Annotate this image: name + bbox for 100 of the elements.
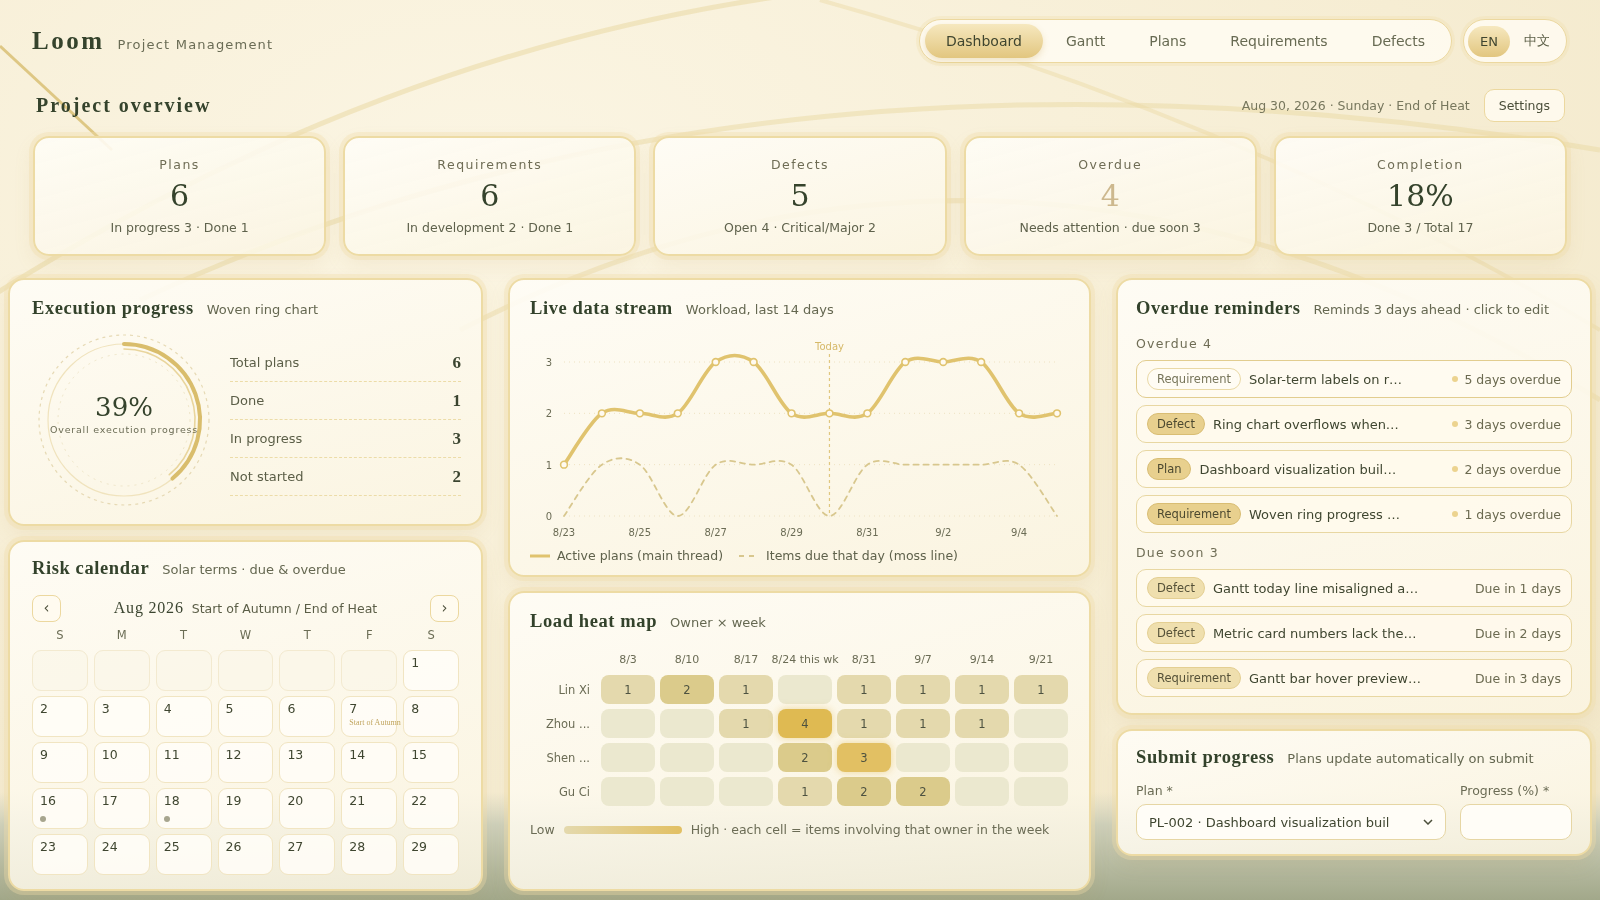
heat-cell: [778, 675, 832, 704]
progress-input[interactable]: [1460, 804, 1572, 840]
stat-value: 3: [452, 428, 461, 449]
day-number: 29: [411, 839, 428, 855]
calendar-day-cell[interactable]: 15: [403, 742, 459, 783]
plan-select[interactable]: PL-002 · Dashboard visualization buil: [1136, 804, 1446, 840]
calendar-day-cell[interactable]: 1: [403, 650, 459, 691]
calendar-day-cell[interactable]: 3: [93, 696, 150, 737]
brand-name: Loom: [32, 27, 105, 55]
blank-day-cell: [32, 650, 88, 691]
week-label: 8/3: [619, 653, 637, 668]
heat-cell: 1: [719, 675, 773, 704]
calendar-day-cell[interactable]: 14: [341, 742, 398, 783]
day-number: 27: [287, 839, 304, 855]
data-point: [1052, 409, 1062, 418]
language-option[interactable]: EN: [1468, 25, 1510, 57]
heat-cell: [601, 709, 655, 738]
calendar-day-cell[interactable]: 8: [403, 696, 459, 737]
day-number: 23: [40, 839, 56, 855]
data-point: [901, 357, 910, 367]
day-number: 16: [40, 793, 56, 809]
calendar-day-cell[interactable]: 22: [403, 788, 459, 829]
reminder-title: Solar-term labels on r…: [1248, 371, 1402, 387]
field-label: Plan *: [1136, 783, 1174, 798]
prev-month-button[interactable]: ‹: [32, 594, 61, 622]
day-number: 25: [163, 839, 180, 855]
reminder-item[interactable]: Plan Dashboard visualization buil… 2 days overdue: [1136, 450, 1572, 488]
reminder-title: Gantt today line misaligned a…: [1212, 580, 1419, 596]
card-subtitle: Owner × week: [670, 615, 766, 630]
calendar-day-cell[interactable]: 27: [279, 834, 336, 875]
heat-cell: 1: [778, 777, 832, 806]
type-tag: Requirement: [1147, 503, 1241, 525]
reminder-item[interactable]: Defect Ring chart overflows when… 3 days overdue: [1136, 405, 1572, 443]
reminder-item[interactable]: Requirement Solar-term labels on r… 5 days overdue: [1136, 360, 1572, 398]
calendar-day-cell[interactable]: 25: [155, 834, 212, 875]
calendar-day-cell[interactable]: 17: [93, 788, 150, 829]
nav-tab[interactable]: Requirements: [1209, 24, 1349, 58]
status-dot-icon: [1452, 376, 1459, 382]
stat-label: Not started: [230, 469, 304, 484]
day-number: 6: [287, 701, 296, 717]
calendar-day-cell[interactable]: 12: [217, 742, 274, 783]
solar-term-label: Start of Autumn: [349, 717, 401, 728]
calendar-day-cell[interactable]: 4: [155, 696, 212, 737]
calendar-day-cell[interactable]: 2: [32, 696, 88, 737]
day-number: 11: [163, 747, 180, 763]
calendar-day-cell[interactable]: 11: [155, 742, 212, 783]
day-number: 17: [101, 793, 118, 809]
calendar-day-cell[interactable]: 16: [32, 788, 88, 829]
calendar-day-cell[interactable]: 21: [341, 788, 398, 829]
x-tick-label: 8/25: [628, 527, 652, 538]
calendar-day-cell[interactable]: 23: [32, 834, 88, 875]
calendar-terms: Start of Autumn / End of Heat: [191, 601, 378, 616]
reminder-status: Due in 1 days: [1475, 580, 1561, 596]
calendar-day-cell[interactable]: 29: [403, 834, 459, 875]
x-tick-label: 9/2: [935, 527, 952, 538]
legend-label: Active plans (main thread): [557, 548, 724, 563]
calendar-day-cell[interactable]: 13: [279, 742, 336, 783]
reminder-title: Woven ring progress …: [1248, 506, 1400, 522]
settings-button[interactable]: Settings: [1483, 88, 1565, 122]
heat-cell: [660, 777, 714, 806]
calendar-day-cell[interactable]: 6: [279, 696, 336, 737]
reminder-item[interactable]: Requirement Gantt bar hover preview… Due in 3 days: [1136, 659, 1572, 697]
reminder-item[interactable]: Requirement Woven ring progress … 1 days overdue: [1136, 495, 1572, 533]
nav-tab[interactable]: Dashboard: [924, 24, 1043, 58]
metric-label: Completion: [1377, 157, 1464, 172]
reminder-item[interactable]: Defect Gantt today line misaligned a… Due in 1 days: [1136, 569, 1572, 607]
day-number: 8: [411, 701, 420, 717]
metric-detail: Done 3 / Total 17: [1367, 220, 1474, 235]
language-option[interactable]: 中文: [1512, 24, 1562, 58]
calendar-day-cell[interactable]: 18: [155, 788, 212, 829]
data-point: [787, 409, 796, 418]
calendar-day-cell[interactable]: 9: [32, 742, 88, 783]
weekday-label: S: [427, 628, 435, 644]
reminder-item[interactable]: Defect Metric card numbers lack the… Due in 2 days: [1136, 614, 1572, 652]
legend-high-label: High · each cell = items involving that owner in the week: [690, 822, 1050, 837]
type-tag: Defect: [1147, 577, 1205, 599]
calendar-day-cell[interactable]: 10: [93, 742, 150, 783]
calendar-day-cell[interactable]: 26: [217, 834, 274, 875]
nav-tab[interactable]: Defects: [1350, 24, 1447, 58]
data-point: [939, 357, 948, 367]
metric-detail: In development 2 · Done 1: [406, 220, 574, 235]
card-title: Load heat map: [530, 611, 658, 632]
week-label: 8/31: [851, 653, 877, 668]
ring-caption: Overall execution progress: [49, 424, 199, 435]
today-label: Today: [815, 341, 844, 352]
heat-cell: 2: [837, 777, 891, 806]
data-point: [559, 460, 569, 469]
status-dot-icon: [1452, 466, 1459, 472]
calendar-day-cell[interactable]: 20: [279, 788, 336, 829]
calendar-day-cell[interactable]: 19: [217, 788, 274, 829]
calendar-day-cell[interactable]: 28: [341, 834, 398, 875]
nav-tab[interactable]: Gantt: [1044, 24, 1127, 58]
next-month-button[interactable]: ›: [430, 594, 459, 622]
calendar-day-cell[interactable]: 5: [217, 696, 274, 737]
heat-cell: [955, 777, 1009, 806]
nav-tab[interactable]: Plans: [1128, 24, 1208, 58]
y-tick-label: 0: [545, 511, 552, 522]
heat-cell: 3: [837, 743, 891, 772]
ring-percentage: 39%: [95, 391, 153, 424]
calendar-day-cell[interactable]: 24: [93, 834, 150, 875]
